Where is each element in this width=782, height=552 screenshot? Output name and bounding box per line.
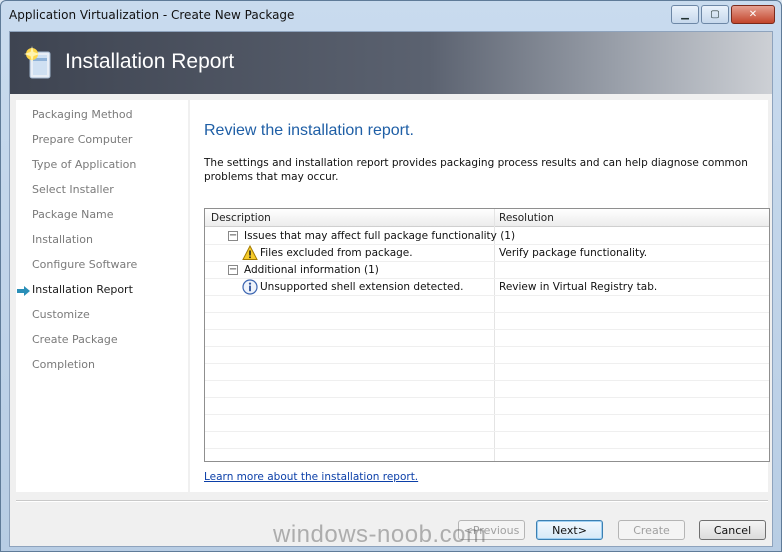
nav-step-select-installer: Select Installer <box>32 183 114 196</box>
create-button[interactable]: Create <box>618 520 685 540</box>
wizard-client-area: Installation Report Packaging Method Pre… <box>9 31 773 547</box>
empty-row <box>205 347 769 364</box>
cancel-button[interactable]: Cancel <box>699 520 766 540</box>
page-title: Installation Report <box>65 50 235 73</box>
collapse-toggle-icon[interactable]: − <box>228 265 238 275</box>
nav-step-installation-report: Installation Report <box>32 283 133 296</box>
installation-report-grid[interactable]: Description Resolution − Issues that may… <box>204 208 770 462</box>
empty-row <box>205 296 769 313</box>
report-item-row[interactable]: Unsupported shell extension detected. Re… <box>205 279 769 296</box>
close-icon: ✕ <box>748 9 758 20</box>
group-label: Issues that may affect full package func… <box>244 230 516 242</box>
minimize-icon: ▁ <box>681 9 689 20</box>
grid-header: Description Resolution <box>205 209 769 227</box>
package-wizard-icon <box>24 46 51 79</box>
empty-row <box>205 364 769 381</box>
header-banner: Installation Report <box>10 32 772 94</box>
report-group-row[interactable]: − Issues that may affect full package fu… <box>205 228 769 245</box>
content-description: The settings and installation report pro… <box>204 157 748 183</box>
empty-row <box>205 415 769 432</box>
current-step-arrow-icon <box>17 286 30 296</box>
empty-row <box>205 330 769 347</box>
report-group-row[interactable]: − Additional information (1) <box>205 262 769 279</box>
nav-step-type-of-application: Type of Application <box>32 158 137 171</box>
item-resolution: Verify package functionality. <box>499 247 648 259</box>
group-label: Additional information (1) <box>244 264 379 276</box>
content-heading: Review the installation report. <box>204 122 414 139</box>
nav-step-customize: Customize <box>32 308 90 321</box>
title-bar[interactable]: Application Virtualization - Create New … <box>1 1 781 31</box>
item-description: Files excluded from package. <box>260 247 413 259</box>
nav-step-create-package: Create Package <box>32 333 118 346</box>
wizard-window: Application Virtualization - Create New … <box>0 0 782 552</box>
nav-step-prepare-computer: Prepare Computer <box>32 133 133 146</box>
window-controls: ▁ ▢ ✕ <box>671 5 775 24</box>
nav-step-packaging-method: Packaging Method <box>32 108 133 121</box>
empty-row <box>205 398 769 415</box>
maximize-icon: ▢ <box>710 9 720 20</box>
watermark-text: windows-noob.com <box>273 521 487 548</box>
next-button[interactable]: Next> <box>536 520 603 540</box>
warning-icon <box>242 245 258 260</box>
window-title: Application Virtualization - Create New … <box>9 8 295 22</box>
wizard-steps-nav: Packaging Method Prepare Computer Type o… <box>16 100 188 492</box>
maximize-button[interactable]: ▢ <box>701 5 729 24</box>
learn-more-link[interactable]: Learn more about the installation report… <box>204 471 418 483</box>
empty-row <box>205 313 769 330</box>
footer-separator <box>16 500 768 502</box>
info-icon <box>242 279 258 295</box>
collapse-toggle-icon[interactable]: − <box>228 231 238 241</box>
nav-step-package-name: Package Name <box>32 208 114 221</box>
nav-step-installation: Installation <box>32 233 93 246</box>
close-button[interactable]: ✕ <box>731 5 775 24</box>
report-item-row[interactable]: Files excluded from package. Verify pack… <box>205 245 769 262</box>
column-header-resolution[interactable]: Resolution <box>499 212 554 224</box>
nav-step-configure-software: Configure Software <box>32 258 138 271</box>
column-header-description[interactable]: Description <box>211 212 271 224</box>
nav-step-completion: Completion <box>32 358 96 371</box>
minimize-button[interactable]: ▁ <box>671 5 699 24</box>
item-description: Unsupported shell extension detected. <box>260 281 464 293</box>
empty-row <box>205 432 769 449</box>
empty-row <box>205 381 769 398</box>
main-content: Review the installation report. The sett… <box>190 100 770 492</box>
item-resolution: Review in Virtual Registry tab. <box>499 281 658 293</box>
